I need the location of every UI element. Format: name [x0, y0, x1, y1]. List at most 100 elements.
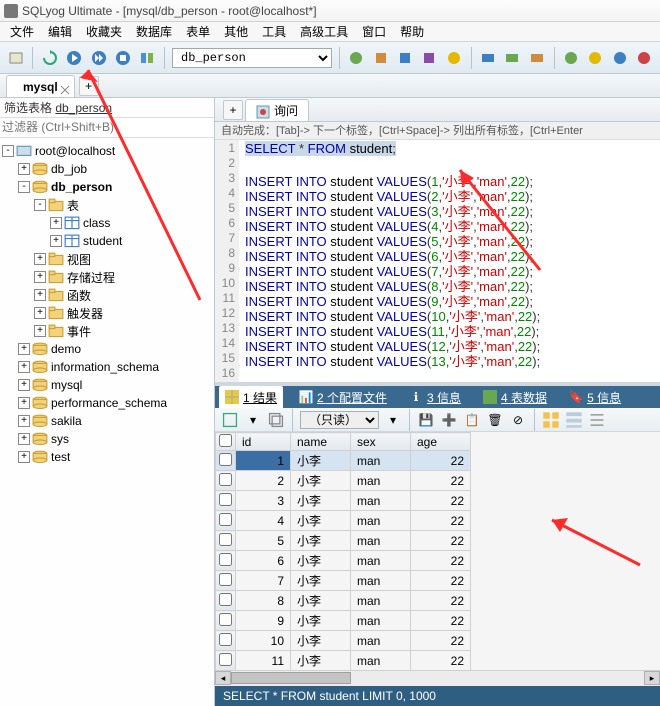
tool-6-icon[interactable] [478, 47, 497, 69]
table-row[interactable]: 11小李man22 [216, 651, 471, 671]
expand-icon[interactable]: + [18, 397, 30, 409]
dropdown-icon[interactable]: ▾ [244, 411, 262, 429]
cell-id[interactable]: 4 [236, 511, 291, 531]
cell-id[interactable]: 5 [236, 531, 291, 551]
tool-12-icon[interactable] [635, 47, 654, 69]
expand-icon[interactable]: + [18, 415, 30, 427]
cell-sex[interactable]: man [351, 571, 411, 591]
view-form-icon[interactable] [565, 411, 583, 429]
cell-age[interactable]: 22 [411, 511, 471, 531]
add-query-tab[interactable]: + [223, 100, 243, 120]
sql-editor[interactable]: 12345678910111213141516 SELECT * FROM st… [215, 140, 660, 386]
tree-item-触发器[interactable]: +触发器 [2, 304, 212, 322]
checkbox-header[interactable] [216, 433, 236, 451]
tree-item-db_person[interactable]: -db_person [2, 178, 212, 196]
execute-query-icon[interactable] [65, 47, 84, 69]
copy-icon[interactable] [267, 411, 285, 429]
table-row[interactable]: 6小李man22 [216, 551, 471, 571]
tool-1-icon[interactable] [347, 47, 366, 69]
cell-sex[interactable]: man [351, 531, 411, 551]
tree-item-test[interactable]: +test [2, 448, 212, 466]
expand-icon[interactable]: + [34, 271, 46, 283]
cell-id[interactable]: 8 [236, 591, 291, 611]
menu-表单[interactable]: 表单 [186, 23, 210, 40]
scroll-left-icon[interactable]: ◂ [215, 671, 231, 685]
cell-age[interactable]: 22 [411, 491, 471, 511]
cell-name[interactable]: 小李 [291, 491, 351, 511]
cell-age[interactable]: 22 [411, 551, 471, 571]
tree-item-db_job[interactable]: +db_job [2, 160, 212, 178]
cell-name[interactable]: 小李 [291, 531, 351, 551]
result-grid-wrap[interactable]: idnamesexage1小李man222小李man223小李man224小李m… [215, 432, 660, 670]
tool-7-icon[interactable] [503, 47, 522, 69]
expand-icon[interactable]: + [34, 325, 46, 337]
cell-age[interactable]: 22 [411, 591, 471, 611]
cell-sex[interactable]: man [351, 471, 411, 491]
expand-icon[interactable]: + [18, 361, 30, 373]
execute-all-icon[interactable] [89, 47, 108, 69]
cell-name[interactable]: 小李 [291, 511, 351, 531]
row-checkbox[interactable] [216, 651, 236, 671]
menu-工具[interactable]: 工具 [262, 23, 286, 40]
cell-name[interactable]: 小李 [291, 631, 351, 651]
row-checkbox[interactable] [216, 611, 236, 631]
expand-icon[interactable]: - [34, 199, 46, 211]
cell-age[interactable]: 22 [411, 631, 471, 651]
cancel-icon[interactable]: ⊘ [509, 411, 527, 429]
cell-name[interactable]: 小李 [291, 451, 351, 471]
row-checkbox[interactable] [216, 631, 236, 651]
row-checkbox[interactable] [216, 471, 236, 491]
expand-icon[interactable]: - [18, 181, 30, 193]
cell-sex[interactable]: man [351, 611, 411, 631]
table-row[interactable]: 2小李man22 [216, 471, 471, 491]
result-tab-profiles[interactable]: 📊 2 个配置文件 [293, 386, 393, 408]
cell-id[interactable]: 6 [236, 551, 291, 571]
row-checkbox[interactable] [216, 451, 236, 471]
row-checkbox[interactable] [216, 491, 236, 511]
expand-icon[interactable]: + [34, 289, 46, 301]
tool-2-icon[interactable] [371, 47, 390, 69]
scroll-right-icon[interactable]: ▸ [644, 671, 660, 685]
export-icon[interactable] [221, 411, 239, 429]
cell-age[interactable]: 22 [411, 471, 471, 491]
table-row[interactable]: 5小李man22 [216, 531, 471, 551]
cell-sex[interactable]: man [351, 631, 411, 651]
cell-age[interactable]: 22 [411, 571, 471, 591]
cell-name[interactable]: 小李 [291, 611, 351, 631]
connection-tab-mysql[interactable]: mysql [6, 75, 75, 97]
cell-id[interactable]: 11 [236, 651, 291, 671]
cell-sex[interactable]: man [351, 551, 411, 571]
expand-icon[interactable]: + [18, 433, 30, 445]
tree-item-performance_schema[interactable]: +performance_schema [2, 394, 212, 412]
cell-sex[interactable]: man [351, 451, 411, 471]
cell-age[interactable]: 22 [411, 531, 471, 551]
tree-item-事件[interactable]: +事件 [2, 322, 212, 340]
cell-name[interactable]: 小李 [291, 471, 351, 491]
tree-item-information_schema[interactable]: +information_schema [2, 358, 212, 376]
editor-code[interactable]: SELECT * FROM student; INSERT INTO stude… [239, 140, 660, 382]
tool-10-icon[interactable] [586, 47, 605, 69]
expand-icon[interactable]: + [34, 307, 46, 319]
cell-name[interactable]: 小李 [291, 551, 351, 571]
menu-文件[interactable]: 文件 [10, 23, 34, 40]
cell-sex[interactable]: man [351, 511, 411, 531]
cell-sex[interactable]: man [351, 591, 411, 611]
new-connection-icon[interactable] [6, 47, 25, 69]
tree-item-视图[interactable]: +视图 [2, 250, 212, 268]
cell-id[interactable]: 10 [236, 631, 291, 651]
cell-sex[interactable]: man [351, 491, 411, 511]
refresh-icon[interactable] [40, 47, 59, 69]
view-text-icon[interactable] [588, 411, 606, 429]
format-icon[interactable] [138, 47, 157, 69]
table-row[interactable]: 8小李man22 [216, 591, 471, 611]
col-id[interactable]: id [236, 433, 291, 451]
expand-icon[interactable]: + [18, 451, 30, 463]
menu-高级工具[interactable]: 高级工具 [300, 23, 348, 40]
tree-item-root@localhost[interactable]: -root@localhost [2, 142, 212, 160]
cell-name[interactable]: 小李 [291, 651, 351, 671]
tree-item-demo[interactable]: +demo [2, 340, 212, 358]
tool-4-icon[interactable] [420, 47, 439, 69]
mode-dropdown-icon[interactable]: ▾ [384, 411, 402, 429]
tool-11-icon[interactable] [610, 47, 629, 69]
row-checkbox[interactable] [216, 591, 236, 611]
